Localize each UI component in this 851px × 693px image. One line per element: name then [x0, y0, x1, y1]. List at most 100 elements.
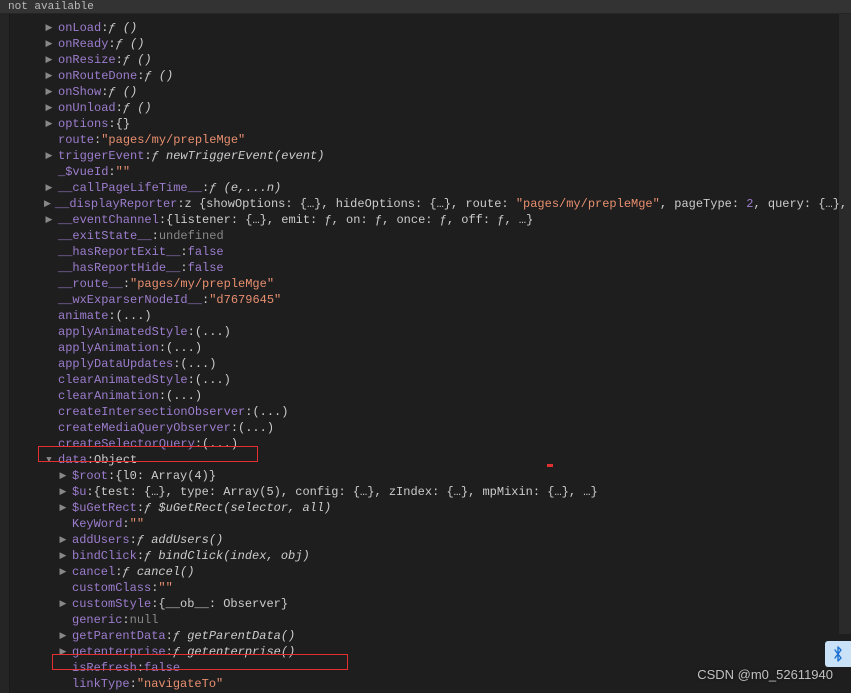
tree-row[interactable]: ▶$uGetRect: ƒ $uGetRect(selector, all)	[44, 500, 851, 516]
property-name: __callPageLifeTime__	[58, 180, 202, 196]
colon: :	[86, 484, 93, 500]
expand-arrow-icon[interactable]: ▶	[44, 148, 54, 164]
expand-arrow-icon[interactable]: ▶	[58, 628, 68, 644]
expand-arrow-icon[interactable]: ▶	[58, 644, 68, 660]
watermark: CSDN @m0_52611940	[697, 667, 833, 683]
expand-arrow-icon[interactable]: ▶	[44, 212, 54, 228]
colon: :	[202, 292, 209, 308]
tree-row[interactable]: ▶animate: (...)	[44, 308, 851, 324]
colon: :	[108, 468, 115, 484]
tree-row[interactable]: ▶createMediaQueryObserver: (...)	[44, 420, 851, 436]
property-name: __hasReportHide__	[58, 260, 180, 276]
top-bar-text: not available	[8, 1, 94, 13]
tree-row[interactable]: ▶__hasReportExit__: false	[44, 244, 851, 260]
tree-row[interactable]: ▶__exitState__: undefined	[44, 228, 851, 244]
tree-row[interactable]: ▶getenterprise: ƒ getenterprise()	[44, 644, 851, 660]
colon: :	[180, 260, 187, 276]
property-name: onUnload	[58, 100, 116, 116]
property-name: __route__	[58, 276, 123, 292]
tree-row[interactable]: ▶generic: null	[44, 612, 851, 628]
tree-row[interactable]: ▶__wxExparserNodeId__: "d7679645"	[44, 292, 851, 308]
colon: :	[137, 500, 144, 516]
property-name: customStyle	[72, 596, 151, 612]
colon: :	[151, 580, 158, 596]
property-name: triggerEvent	[58, 148, 144, 164]
expand-arrow-icon[interactable]: ▶	[44, 116, 54, 132]
tree-row[interactable]: ▶__eventChannel: {listener: {…}, emit: ƒ…	[44, 212, 851, 228]
colon: :	[130, 532, 137, 548]
property-name: createSelectorQuery	[58, 436, 195, 452]
tree-row[interactable]: ▶triggerEvent: ƒ newTriggerEvent(event)	[44, 148, 851, 164]
expand-arrow-icon[interactable]: ▶	[58, 596, 68, 612]
property-name: data	[58, 452, 87, 468]
tree-row[interactable]: ▶__callPageLifeTime__: ƒ (e,...n)	[44, 180, 851, 196]
expand-arrow-icon[interactable]: ▼	[44, 452, 54, 468]
property-name: route	[58, 132, 94, 148]
property-value: ƒ ()	[108, 20, 137, 36]
expand-arrow-icon[interactable]: ▶	[44, 36, 54, 52]
tree-row[interactable]: ▶onReady: ƒ ()	[44, 36, 851, 52]
tree-row[interactable]: ▶__displayReporter: z {showOptions: {…},…	[44, 196, 851, 212]
expand-arrow-icon[interactable]: ▶	[58, 564, 68, 580]
tree-row[interactable]: ▶route: "pages/my/prepleMge"	[44, 132, 851, 148]
tree-row[interactable]: ▶$root: {l0: Array(4)}	[44, 468, 851, 484]
tree-row[interactable]: ▶onLoad: ƒ ()	[44, 20, 851, 36]
tree-row[interactable]: ▶createIntersectionObserver: (...)	[44, 404, 851, 420]
colon: :	[188, 372, 195, 388]
expand-arrow-icon[interactable]: ▶	[44, 68, 54, 84]
tree-row[interactable]: ▶applyDataUpdates: (...)	[44, 356, 851, 372]
colon: :	[123, 276, 130, 292]
tree-row[interactable]: ▶onShow: ƒ ()	[44, 84, 851, 100]
property-value: (...)	[195, 372, 231, 388]
tree-row[interactable]: ▶addUsers: ƒ addUsers()	[44, 532, 851, 548]
colon: :	[137, 548, 144, 564]
colon: :	[177, 196, 184, 212]
tree-row[interactable]: ▶onUnload: ƒ ()	[44, 100, 851, 116]
tree-row[interactable]: ▶bindClick: ƒ bindClick(index, obj)	[44, 548, 851, 564]
property-value: ƒ (e,...n)	[209, 180, 281, 196]
tree-row[interactable]: ▶clearAnimatedStyle: (...)	[44, 372, 851, 388]
property-value: ƒ bindClick(index, obj)	[144, 548, 310, 564]
tree-row[interactable]: ▶onRouteDone: ƒ ()	[44, 68, 851, 84]
tree-row[interactable]: ▶applyAnimation: (...)	[44, 340, 851, 356]
property-name: createIntersectionObserver	[58, 404, 245, 420]
colon: :	[144, 148, 151, 164]
tree-row[interactable]: ▶applyAnimatedStyle: (...)	[44, 324, 851, 340]
property-value: z {showOptions: {…}, hideOptions: {…}, r…	[185, 196, 851, 212]
tree-row[interactable]: ▶$u: {test: {…}, type: Array(5), config:…	[44, 484, 851, 500]
property-value: ƒ addUsers()	[137, 532, 223, 548]
colon: :	[116, 52, 123, 68]
expand-arrow-icon[interactable]: ▶	[44, 20, 54, 36]
expand-arrow-icon[interactable]: ▶	[44, 196, 51, 212]
property-name: clearAnimatedStyle	[58, 372, 188, 388]
tree-row[interactable]: ▶clearAnimation: (...)	[44, 388, 851, 404]
expand-arrow-icon[interactable]: ▶	[44, 52, 54, 68]
property-name: generic	[72, 612, 122, 628]
tree-row[interactable]: ▶_$vueId: ""	[44, 164, 851, 180]
tree-row[interactable]: ▶KeyWord: ""	[44, 516, 851, 532]
tree-row[interactable]: ▶onResize: ƒ ()	[44, 52, 851, 68]
colon: :	[108, 164, 115, 180]
property-name: bindClick	[72, 548, 137, 564]
expand-arrow-icon[interactable]: ▶	[58, 548, 68, 564]
expand-arrow-icon[interactable]: ▶	[44, 180, 54, 196]
property-value: "navigateTo"	[137, 676, 223, 692]
tree-row[interactable]: ▶createSelectorQuery: (...)	[44, 436, 851, 452]
tree-row[interactable]: ▶customStyle: {__ob__: Observer}	[44, 596, 851, 612]
expand-arrow-icon[interactable]: ▶	[44, 100, 54, 116]
expand-arrow-icon[interactable]: ▶	[58, 468, 68, 484]
property-name: applyAnimatedStyle	[58, 324, 188, 340]
expand-arrow-icon[interactable]: ▶	[58, 532, 68, 548]
property-value: (...)	[166, 388, 202, 404]
expand-arrow-icon[interactable]: ▶	[58, 484, 68, 500]
tree-row[interactable]: ▶getParentData: ƒ getParentData()	[44, 628, 851, 644]
property-value: Object	[94, 452, 137, 468]
expand-arrow-icon[interactable]: ▶	[58, 500, 68, 516]
tree-row[interactable]: ▶options: {}	[44, 116, 851, 132]
tree-row[interactable]: ▶customClass: ""	[44, 580, 851, 596]
tree-row[interactable]: ▶cancel: ƒ cancel()	[44, 564, 851, 580]
tree-row[interactable]: ▶__hasReportHide__: false	[44, 260, 851, 276]
tree-row[interactable]: ▼data: Object	[44, 452, 851, 468]
expand-arrow-icon[interactable]: ▶	[44, 84, 54, 100]
tree-row[interactable]: ▶__route__: "pages/my/prepleMge"	[44, 276, 851, 292]
